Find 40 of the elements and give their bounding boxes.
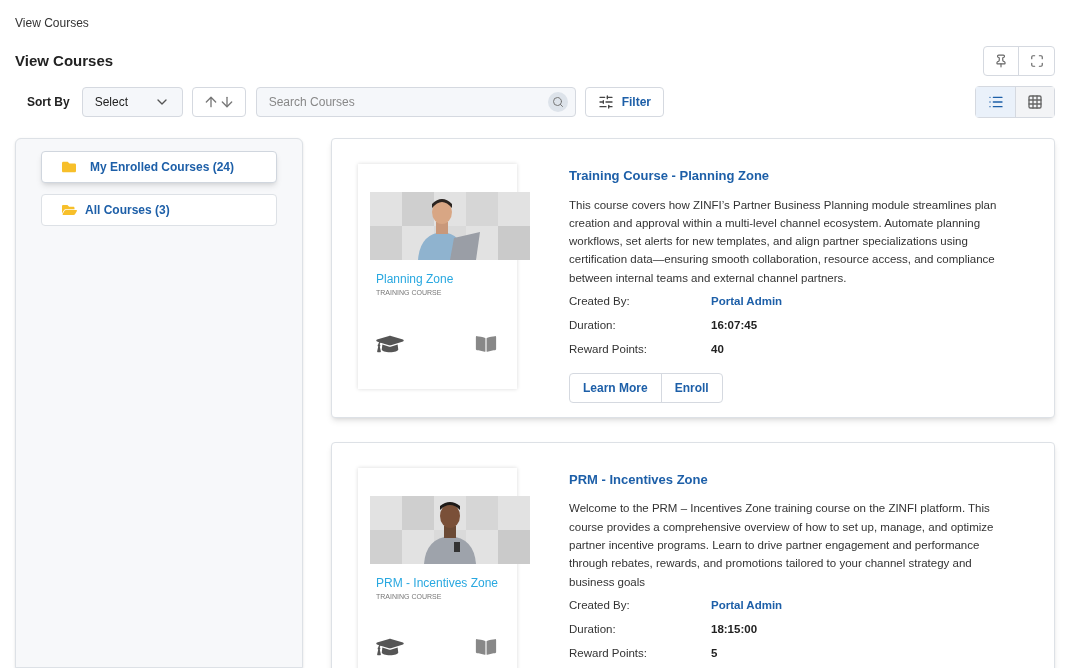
detail-label: Reward Points: bbox=[569, 342, 648, 358]
detail-label: Duration: bbox=[569, 318, 617, 334]
pin-icon bbox=[994, 54, 1008, 68]
fullscreen-icon bbox=[1029, 54, 1044, 68]
detail-value: 40 bbox=[711, 342, 724, 358]
sort-label: Sort By bbox=[27, 94, 70, 111]
creator-link[interactable]: Portal Admin bbox=[711, 293, 783, 311]
detail-label: Created By: bbox=[569, 598, 631, 614]
open-folder-icon bbox=[62, 203, 77, 217]
search-field[interactable]: Search Courses bbox=[255, 87, 576, 117]
filter-icon bbox=[597, 94, 614, 110]
course-description: Welcome to the PRM – Incentives Zone training course on the ZINFI platform. This course provides a comprehensive overview of how to set up, manage, and optimize partner incentive programs. Learn to drive partner engagement and performance through rebates, rewards, and promotions tailored to your channel strategy and business goals bbox=[569, 501, 995, 590]
detail-label: Duration: bbox=[569, 622, 617, 638]
view-toggle-button[interactable] bbox=[976, 87, 1015, 117]
course-description: This course covers how ZINFI’s Partner Business Planning module streamlines plan creation and approval within a multi-level channel ecosystem. Automate planning workflows, set alerts for new templates, and align partner specializations using certification data—ensuring smooth collaboration, resource access, and compliance between internal teams and external channel partners. bbox=[569, 197, 998, 286]
course-action-button[interactable]: Enroll bbox=[660, 374, 722, 402]
book-icon bbox=[473, 638, 499, 657]
breadcrumb: View Courses bbox=[15, 15, 90, 32]
creator-link[interactable]: Portal Admin bbox=[711, 597, 783, 615]
view-toggle-button[interactable] bbox=[1015, 87, 1054, 117]
sidebar-item[interactable]: My Enrolled Courses (24) bbox=[41, 151, 277, 183]
page-title: View Courses bbox=[15, 50, 114, 71]
filter-button[interactable]: Filter bbox=[584, 87, 665, 117]
detail-label: Reward Points: bbox=[569, 646, 648, 662]
list-view-icon bbox=[987, 94, 1004, 110]
grid-view-icon bbox=[1027, 94, 1043, 110]
sort-select[interactable]: Select bbox=[81, 87, 183, 117]
detail-label: Created By: bbox=[569, 294, 631, 310]
thumbnail-title: PRM - Incentives Zone bbox=[376, 575, 500, 592]
book-icon bbox=[473, 334, 499, 353]
course-title-link[interactable]: PRM - Incentives Zone bbox=[569, 470, 1012, 490]
sort-order-button[interactable] bbox=[191, 87, 246, 117]
detail-value: 5 bbox=[711, 646, 718, 662]
detail-value: 18:15:00 bbox=[711, 622, 758, 638]
course-action-button[interactable]: Learn More bbox=[570, 374, 661, 402]
folder-icon bbox=[62, 160, 76, 174]
course-title-link[interactable]: Training Course - Planning Zone bbox=[569, 166, 1012, 186]
thumbnail-title: Planning Zone bbox=[376, 271, 455, 288]
detail-value: 16:07:45 bbox=[711, 318, 758, 334]
sidebar-item[interactable]: All Courses (3) bbox=[41, 194, 277, 226]
